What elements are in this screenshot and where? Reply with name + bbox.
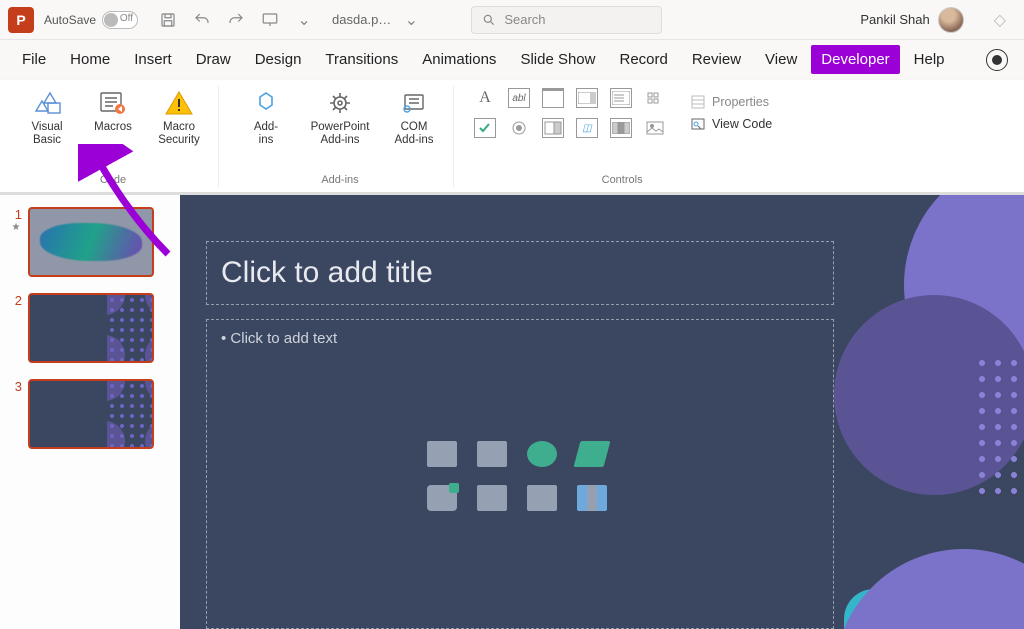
tab-review[interactable]: Review	[682, 45, 751, 74]
macros-icon	[96, 88, 130, 118]
thumbnail-2[interactable]: 2	[10, 293, 170, 363]
control-textbox-icon[interactable]: abl	[508, 88, 530, 108]
tab-help[interactable]: Help	[904, 45, 955, 74]
tab-animations[interactable]: Animations	[412, 45, 506, 74]
slide-canvas[interactable]: Click to add title • Click to add text	[180, 195, 1024, 629]
save-icon[interactable]	[158, 10, 178, 30]
com-addins-icon	[397, 88, 431, 118]
macros-button[interactable]: Macros	[84, 86, 142, 134]
undo-icon[interactable]	[192, 10, 212, 30]
slide-decoration	[834, 549, 1024, 629]
tab-file[interactable]: File	[12, 45, 56, 74]
avatar	[938, 7, 964, 33]
user-account[interactable]: Pankil Shah	[850, 7, 973, 33]
thumbnail-preview	[28, 379, 154, 449]
record-button-icon[interactable]	[986, 49, 1008, 71]
controls-grid: A abl ◫	[472, 86, 668, 140]
view-code-icon	[690, 116, 706, 132]
control-toggle-icon[interactable]	[542, 118, 564, 138]
tab-design[interactable]: Design	[245, 45, 312, 74]
redo-icon[interactable]	[226, 10, 246, 30]
warning-icon	[162, 88, 196, 118]
insert-smartart-icon[interactable]	[574, 441, 611, 467]
insert-icon-icon[interactable]	[527, 441, 557, 467]
tab-draw[interactable]: Draw	[186, 45, 241, 74]
tab-transitions[interactable]: Transitions	[315, 45, 408, 74]
tab-home[interactable]: Home	[60, 45, 120, 74]
present-icon[interactable]	[260, 10, 280, 30]
tab-developer[interactable]: Developer	[811, 45, 899, 74]
quick-access-toolbar: ⌄	[158, 10, 314, 30]
workspace: 1 ★ 2 3 Click to add title • Click to ad	[0, 195, 1024, 629]
diamond-icon[interactable]: ◇	[984, 10, 1016, 30]
control-more-icon[interactable]	[644, 88, 666, 108]
search-input[interactable]: Search	[471, 6, 662, 34]
tab-record[interactable]: Record	[609, 45, 677, 74]
control-spin-icon[interactable]: ◫	[576, 118, 598, 138]
control-listbox-icon[interactable]	[610, 88, 632, 108]
addins-icon	[249, 88, 283, 118]
powerpoint-addins-button[interactable]: PowerPoint Add-ins	[303, 86, 377, 147]
slide-thumbnails: 1 ★ 2 3	[0, 195, 180, 629]
star-icon: ★	[12, 222, 21, 233]
insert-stock-image-icon[interactable]	[427, 441, 457, 467]
filename[interactable]: dasda.p…	[332, 12, 391, 27]
control-label-icon[interactable]: A	[474, 88, 496, 108]
control-option-icon[interactable]	[508, 118, 530, 138]
app-icon: P	[8, 7, 34, 33]
user-name: Pankil Shah	[860, 12, 929, 27]
thumbnail-preview	[28, 293, 154, 363]
insert-video-icon[interactable]	[477, 485, 507, 511]
slide-decoration	[804, 195, 1024, 515]
tab-view[interactable]: View	[755, 45, 807, 74]
ribbon-group-code: Visual Basic Macros Macro Security Code	[8, 86, 219, 188]
search-icon	[482, 13, 496, 27]
autosave-toggle[interactable]: AutoSave Off	[44, 11, 138, 29]
visual-basic-icon	[30, 88, 64, 118]
insert-3d-icon[interactable]	[427, 485, 457, 511]
group-label-addins: Add-ins	[321, 174, 358, 188]
tab-slideshow[interactable]: Slide Show	[510, 45, 605, 74]
control-groupbox-icon[interactable]	[542, 88, 564, 108]
view-code-button[interactable]: View Code	[690, 116, 772, 132]
control-combobox-icon[interactable]	[576, 88, 598, 108]
group-label-controls: Controls	[602, 174, 643, 188]
title-bar: P AutoSave Off ⌄ dasda.p… ⌄ Search Panki…	[0, 0, 1024, 40]
properties-icon	[690, 94, 706, 110]
insert-picture-icon[interactable]	[477, 441, 507, 467]
insert-table-icon[interactable]	[527, 485, 557, 511]
macro-security-button[interactable]: Macro Security	[150, 86, 208, 147]
ribbon: Visual Basic Macros Macro Security Code …	[0, 80, 1024, 195]
control-checkbox-icon[interactable]	[474, 118, 496, 138]
com-addins-button[interactable]: COM Add-ins	[385, 86, 443, 147]
ribbon-group-controls: A abl ◫ Properties V	[462, 86, 782, 188]
gear-icon	[323, 88, 357, 118]
slide: Click to add title • Click to add text	[180, 195, 1024, 629]
insert-chart-icon[interactable]	[577, 485, 607, 511]
control-image-icon[interactable]	[644, 118, 666, 138]
content-placeholder-icons	[427, 441, 613, 519]
ribbon-tabs: File Home Insert Draw Design Transitions…	[0, 40, 1024, 80]
addins-button[interactable]: Add- ins	[237, 86, 295, 147]
qat-more-icon[interactable]: ⌄	[294, 10, 314, 30]
thumbnail-1[interactable]: 1 ★	[10, 207, 170, 277]
filename-chevron-icon[interactable]: ⌄	[401, 10, 421, 30]
group-label-code: Code	[100, 174, 126, 188]
thumbnail-preview	[28, 207, 154, 277]
thumbnail-3[interactable]: 3	[10, 379, 170, 449]
properties-button: Properties	[690, 94, 772, 110]
visual-basic-button[interactable]: Visual Basic	[18, 86, 76, 147]
title-placeholder[interactable]: Click to add title	[206, 241, 834, 305]
ribbon-group-addins: Add- ins PowerPoint Add-ins COM Add-ins …	[227, 86, 454, 188]
toggle-switch[interactable]: Off	[102, 11, 138, 29]
control-scrollbar-icon[interactable]	[610, 118, 632, 138]
tab-insert[interactable]: Insert	[124, 45, 182, 74]
autosave-label: AutoSave	[44, 13, 96, 27]
body-placeholder[interactable]: • Click to add text	[206, 319, 834, 629]
search-placeholder: Search	[504, 12, 545, 27]
